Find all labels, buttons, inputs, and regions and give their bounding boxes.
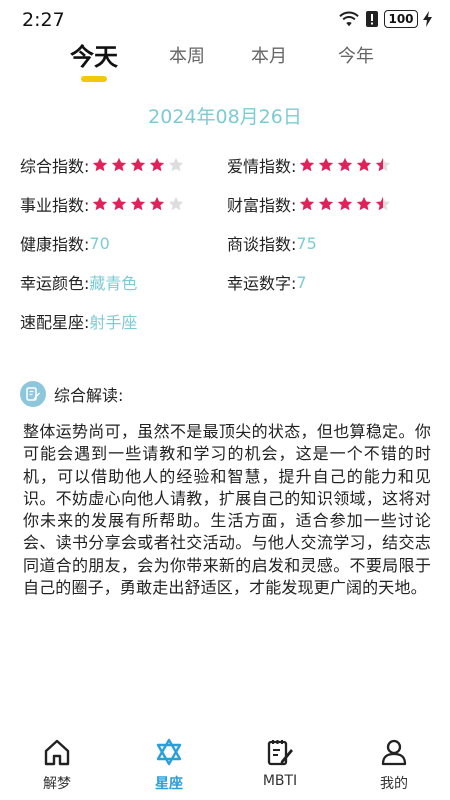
tab-month[interactable]: 本月 <box>229 42 309 82</box>
nav-item-horoscope[interactable]: 星座 <box>129 728 209 800</box>
period-tabs: 今天 本周 本月 今年 <box>0 40 450 88</box>
active-tab-indicator <box>81 76 107 82</box>
star-icon <box>131 196 146 211</box>
star-icon <box>169 157 184 172</box>
overall-index-row: 综合指数: <box>20 151 185 179</box>
nav-label-horoscope: 星座 <box>155 776 183 792</box>
nav-label-dream: 解梦 <box>43 776 71 792</box>
star-icon <box>112 196 127 211</box>
match-sign-row: 速配星座: 射手座 <box>20 307 137 335</box>
bottom-nav: 解梦 星座 MBTI 我的 <box>0 728 450 800</box>
lucky-number-row: 幸运数字: 7 <box>227 268 307 296</box>
match-sign-label: 速配星座: <box>20 313 90 332</box>
date-label: 2024年08月26日 <box>148 106 302 128</box>
star-icon <box>357 157 372 172</box>
user-icon <box>381 739 407 766</box>
lucky-color-row: 幸运颜色: 藏青色 <box>20 268 137 296</box>
notepad-pencil-icon <box>267 740 293 766</box>
wealth-index-label: 财富指数: <box>227 196 297 215</box>
star-icon <box>112 157 127 172</box>
tab-year[interactable]: 今年 <box>316 42 396 82</box>
love-index-label: 爱情指数: <box>227 157 297 176</box>
health-index-row: 健康指数: 70 <box>20 229 110 257</box>
status-bar: 2:27 100 <box>0 0 450 40</box>
negotiation-index-label: 商谈指数: <box>227 235 297 254</box>
status-icons: 100 <box>338 10 432 28</box>
wealth-index-row: 财富指数: <box>227 190 392 218</box>
alert-icon <box>366 11 378 27</box>
lucky-color-label: 幸运颜色: <box>20 274 90 293</box>
career-index-label: 事业指数: <box>20 196 90 215</box>
nav-label-mbti: MBTI <box>262 773 298 789</box>
negotiation-index-row: 商谈指数: 75 <box>227 229 317 257</box>
nav-item-dream[interactable]: 解梦 <box>17 728 97 800</box>
star-icon <box>93 196 108 211</box>
health-index-label: 健康指数: <box>20 235 90 254</box>
love-index-row: 爱情指数: <box>227 151 392 179</box>
star-of-david-icon <box>156 738 182 766</box>
career-star-rating <box>91 195 185 213</box>
match-sign-value: 射手座 <box>89 313 138 332</box>
nav-item-mbti[interactable]: MBTI <box>240 728 320 800</box>
edit-note-icon <box>20 381 46 407</box>
star-icon <box>319 196 334 211</box>
star-icon <box>131 157 146 172</box>
star-icon <box>338 196 353 211</box>
star-icon <box>357 196 372 211</box>
overall-index-label: 综合指数: <box>20 157 90 176</box>
star-icon <box>376 157 391 172</box>
overall-star-rating <box>91 156 185 174</box>
career-index-row: 事业指数: <box>20 190 185 218</box>
analysis-title: 综合解读: <box>54 386 124 405</box>
star-icon <box>150 196 165 211</box>
star-icon <box>300 157 315 172</box>
nav-item-mine[interactable]: 我的 <box>354 728 434 800</box>
wealth-star-rating <box>298 195 392 213</box>
star-icon <box>93 157 108 172</box>
health-index-value: 70 <box>89 233 110 253</box>
lucky-number-label: 幸运数字: <box>227 274 297 293</box>
star-icon <box>169 196 184 211</box>
star-icon <box>150 157 165 172</box>
wifi-icon <box>339 11 359 27</box>
star-icon <box>300 196 315 211</box>
star-icon <box>376 196 391 211</box>
love-star-rating <box>298 156 392 174</box>
lucky-number-value: 7 <box>296 272 307 292</box>
star-icon <box>319 157 334 172</box>
battery-icon: 100 <box>384 10 418 28</box>
charging-icon <box>423 11 432 27</box>
analysis-text: 整体运势尚可，虽然不是最顶尖的状态，但也算稳定。你可能会遇到一些请教和学习的机会… <box>23 422 431 598</box>
lucky-color-value: 藏青色 <box>89 274 138 293</box>
star-icon <box>338 157 353 172</box>
status-time: 2:27 <box>22 9 65 31</box>
negotiation-index-value: 75 <box>296 233 317 253</box>
analysis-header: 综合解读: <box>20 381 123 407</box>
home-icon <box>44 739 70 766</box>
nav-label-mine: 我的 <box>380 776 408 792</box>
tab-week[interactable]: 本周 <box>147 42 227 82</box>
